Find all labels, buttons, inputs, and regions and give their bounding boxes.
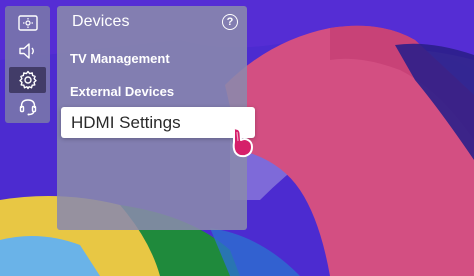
settings-icon-rail bbox=[5, 6, 50, 123]
sound-settings-button[interactable] bbox=[9, 38, 46, 64]
menu-item-external-devices[interactable]: External Devices bbox=[70, 84, 174, 99]
support-headset-icon bbox=[18, 97, 38, 117]
picture-icon bbox=[17, 15, 38, 31]
menu-item-label: TV Management bbox=[70, 51, 170, 66]
picture-settings-button[interactable] bbox=[9, 10, 46, 36]
menu-item-label: HDMI Settings bbox=[71, 113, 181, 132]
menu-title: Devices bbox=[72, 13, 130, 30]
sound-icon bbox=[18, 42, 38, 60]
devices-menu-panel: Devices ? TV Management External Devices… bbox=[57, 6, 255, 230]
menu-item-tv-management[interactable]: TV Management bbox=[70, 51, 170, 66]
settings-gear-icon bbox=[18, 70, 38, 90]
general-settings-button[interactable] bbox=[9, 67, 46, 93]
magic-remote-cursor-icon bbox=[228, 127, 258, 164]
menu-item-hdmi-settings[interactable]: HDMI Settings bbox=[61, 107, 255, 138]
support-button[interactable] bbox=[9, 94, 46, 120]
help-button[interactable]: ? bbox=[222, 14, 238, 30]
help-question-icon: ? bbox=[226, 16, 234, 28]
menu-item-label: External Devices bbox=[70, 84, 175, 99]
